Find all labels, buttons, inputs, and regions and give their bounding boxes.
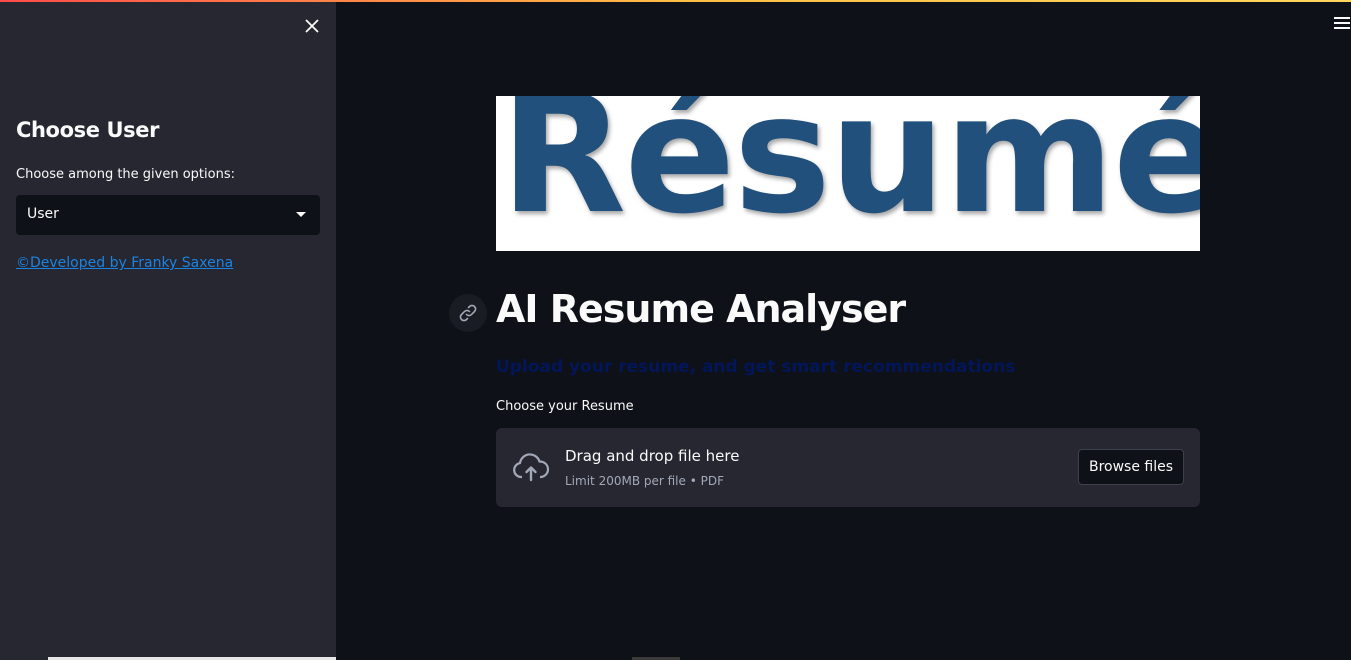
dropzone-title: Drag and drop file here xyxy=(565,447,740,465)
user-select[interactable]: User xyxy=(16,195,320,235)
sidebar: Choose User Choose among the given optio… xyxy=(0,0,336,660)
banner-logo-text: Résumé xyxy=(500,96,1200,250)
top-decoration-bar xyxy=(0,0,1351,2)
link-icon xyxy=(459,304,477,322)
close-icon xyxy=(305,19,319,33)
select-label: Choose among the given options: xyxy=(16,167,235,182)
hamburger-menu-icon[interactable] xyxy=(1334,17,1350,31)
header-anchor-link[interactable] xyxy=(449,294,487,332)
page-title: AI Resume Analyser xyxy=(496,287,906,331)
resume-banner-image: Résumé xyxy=(496,96,1200,251)
file-dropzone[interactable]: Drag and drop file here Limit 200MB per … xyxy=(496,428,1200,507)
cloud-upload-icon xyxy=(513,453,550,482)
chevron-down-icon xyxy=(296,212,306,217)
dropzone-limit: Limit 200MB per file • PDF xyxy=(565,474,724,488)
sidebar-title: Choose User xyxy=(16,118,160,142)
select-value: User xyxy=(27,206,59,222)
developer-link[interactable]: ©Developed by Franky Saxena xyxy=(16,255,233,271)
page-subtitle: Upload your resume, and get smart recomm… xyxy=(496,357,1016,377)
browse-files-button[interactable]: Browse files xyxy=(1078,449,1184,485)
close-sidebar-button[interactable] xyxy=(300,14,324,38)
uploader-label: Choose your Resume xyxy=(496,399,634,414)
